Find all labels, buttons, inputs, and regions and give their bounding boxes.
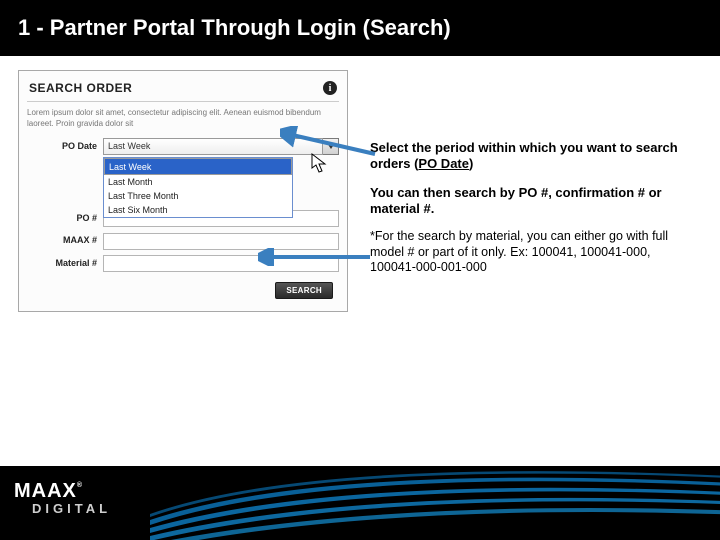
panel-header-title: SEARCH ORDER [29,81,132,95]
maax-number-row: MAAX # [27,231,339,250]
brand-main: MAAX® [14,480,111,503]
explain-line-1: Select the period within which you want … [370,140,690,173]
explain-line-3: *For the search by material, you can eit… [370,229,690,276]
dropdown-option[interactable]: Last Month [104,175,292,189]
brand-logo: MAAX® DIGITAL [14,480,111,516]
arrow-icon [258,248,376,266]
footer: MAAX® DIGITAL [0,466,720,540]
brand-sub: DIGITAL [14,501,111,516]
title-bar: 1 - Partner Portal Through Login (Search… [0,0,720,56]
swoosh-graphic [150,466,720,540]
explain-line-2: You can then search by PO #, confirmatio… [370,185,690,218]
panel-header: SEARCH ORDER i [27,77,339,102]
search-button-row: SEARCH [27,276,339,301]
search-button[interactable]: SEARCH [275,282,333,299]
po-date-label: PO Date [27,141,103,151]
info-icon: i [323,81,337,95]
po-number-label: PO # [27,213,103,223]
cursor-icon [311,153,329,175]
slide-title: 1 - Partner Portal Through Login (Search… [18,15,451,41]
explanation-text: Select the period within which you want … [370,140,690,288]
arrow-icon [280,126,380,160]
maax-number-label: MAAX # [27,235,103,245]
dropdown-option[interactable]: Last Three Month [104,189,292,203]
dropdown-option[interactable]: Last Six Month [104,203,292,217]
dropdown-option[interactable]: Last Week [104,158,292,175]
registered-icon: ® [77,482,83,489]
material-number-label: Material # [27,258,103,268]
po-date-dropdown[interactable]: Last Week Last Month Last Three Month La… [103,157,293,218]
content-area: SEARCH ORDER i Lorem ipsum dolor sit ame… [0,56,720,312]
search-order-panel: SEARCH ORDER i Lorem ipsum dolor sit ame… [18,70,348,312]
